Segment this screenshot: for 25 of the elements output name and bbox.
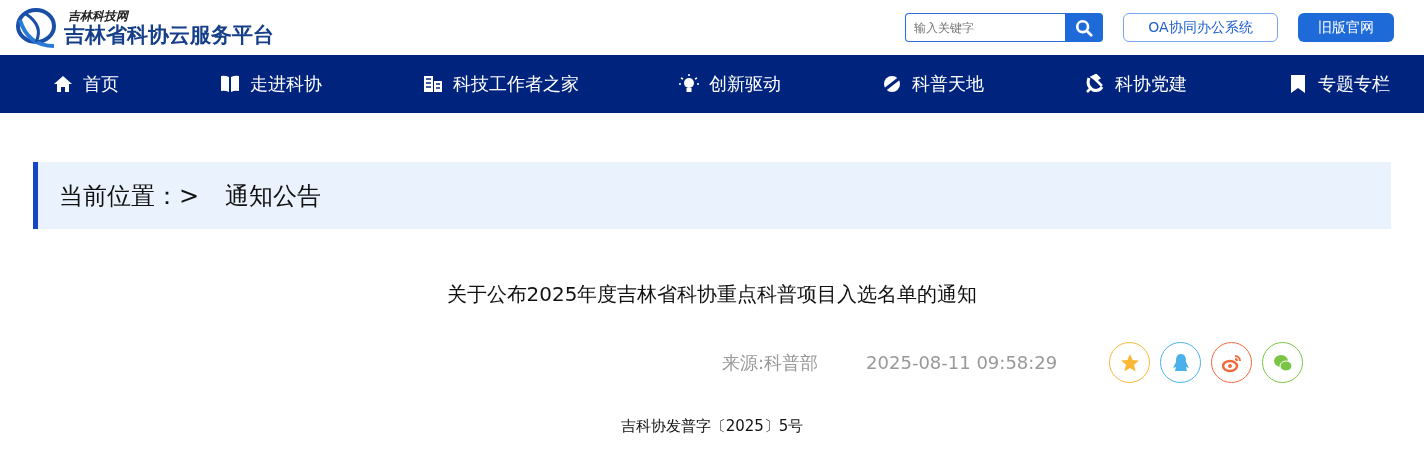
header-link[interactable]: 旧版官网 (1298, 13, 1394, 42)
logo-subtitle: 吉林科技网 (68, 9, 130, 22)
nav-item[interactable]: 首页 (53, 72, 119, 96)
article-date: 2025-08-11 09:58:29 (866, 352, 1058, 373)
nav-item[interactable]: 科技工作者之家 (422, 72, 579, 96)
header-link[interactable]: OA协同办公系统 (1123, 13, 1278, 42)
nav-item[interactable]: 科协党建 (1085, 72, 1188, 96)
breadcrumb-label: 当前位置：> (59, 180, 200, 212)
nav-item[interactable]: 专题专栏 (1287, 72, 1390, 96)
search-button[interactable] (1065, 13, 1103, 42)
building-icon (422, 74, 443, 94)
book-icon (219, 74, 240, 94)
logo-icon (14, 5, 58, 50)
nav-item[interactable]: 科普天地 (882, 72, 985, 96)
home-icon (53, 74, 73, 94)
article-title: 关于公布2025年度吉林省科协重点科普项目入选名单的通知 (445, 281, 979, 308)
search-field[interactable]: 输入关键字 (905, 13, 1065, 42)
document-number: 吉科协发普字〔2025〕5号 (619, 417, 805, 436)
lightbulb-icon (679, 74, 700, 94)
nav-item[interactable]: 走进科协 (219, 72, 322, 96)
nav-item[interactable]: 创新驱动 (679, 72, 782, 96)
article-source: 来源:科普部 (722, 350, 819, 375)
search-icon (1075, 18, 1093, 37)
logo-title: 吉林省科协云服务平台 (64, 24, 274, 46)
breadcrumb-link[interactable]: 通知公告 (225, 179, 322, 212)
